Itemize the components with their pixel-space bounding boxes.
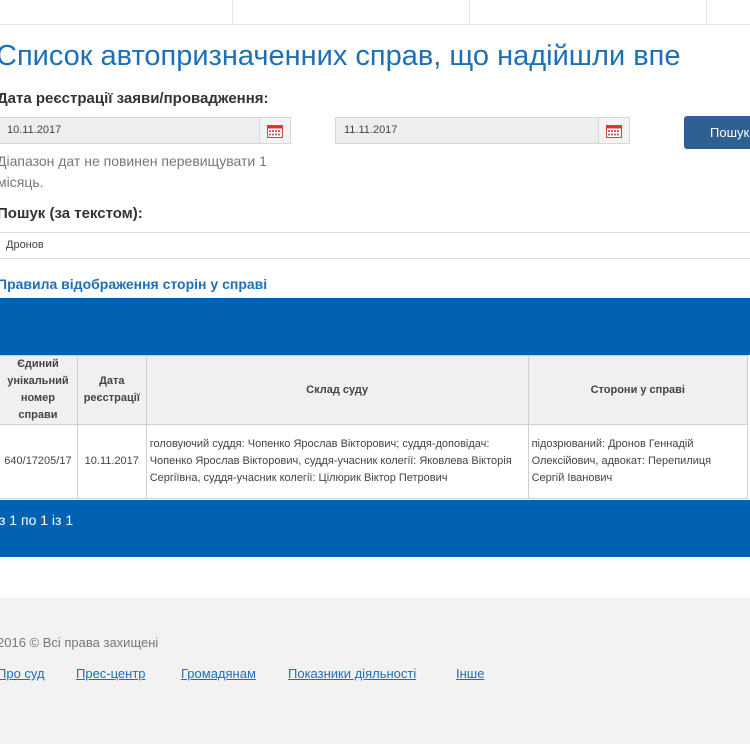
table-row[interactable]: 640/17205/17 10.11.2017 головуючий суддя… [0,424,749,499]
cell-case-number: 640/17205/17 [0,424,78,499]
footer-link-about[interactable]: Про суд [0,666,45,681]
search-button[interactable]: Пошук [684,116,750,149]
display-rules-link[interactable]: Правила відображення сторін у справі [0,276,267,292]
copyright: 2016 © Всі права захищені [0,635,159,650]
footer-link-citizens[interactable]: Громадянам [181,666,256,681]
column-header-case-number: Єдиний унікальний номер справи [0,355,78,425]
date-from-input[interactable]: 10.11.2017 [0,117,260,144]
text-search-label: Пошук (за текстом): [0,205,143,222]
calendar-icon [606,124,622,138]
footer-link-other[interactable]: Інше [456,666,484,681]
cell-court: головуючий суддя: Чопенко Ярослав Віктор… [145,424,529,499]
footer: 2016 © Всі права захищені Про суд Прес-ц… [0,598,750,744]
date-from-calendar-button[interactable] [259,117,291,144]
nav-separator [232,0,233,24]
column-header-court: Склад суду [145,355,529,425]
calendar-icon [267,124,283,138]
date-range-hint: Діапазон дат не повинен перевищувати 1 м… [0,153,267,190]
footer-link-press[interactable]: Прес-центр [76,666,146,681]
column-header-reg-date: Дата реєстрації [76,355,147,425]
footer-link-indicators[interactable]: Показники діяльності [288,666,416,681]
page-title: Список автопризначенних справ, що надійш… [0,40,681,72]
cell-reg-date: 10.11.2017 [76,424,147,499]
table-header-bar [0,298,750,355]
top-navigation [0,0,750,25]
date-to-calendar-button[interactable] [598,117,630,144]
date-range-label: Дата реєстрації заяви/провадження: [0,90,269,107]
pager-text: з 1 по 1 із 1 [0,512,74,528]
cases-table: Єдиний унікальний номер справи Дата реєс… [0,355,749,499]
text-search-input[interactable]: Дронов [0,232,750,259]
pager-bar [0,500,750,557]
date-to-input[interactable]: 11.11.2017 [335,117,600,144]
cell-parties: підозрюваний: Дронов Геннадій Олексійови… [527,424,749,499]
nav-separator [469,0,470,24]
column-header-parties: Сторони у справі [527,355,749,425]
nav-separator [706,0,707,24]
